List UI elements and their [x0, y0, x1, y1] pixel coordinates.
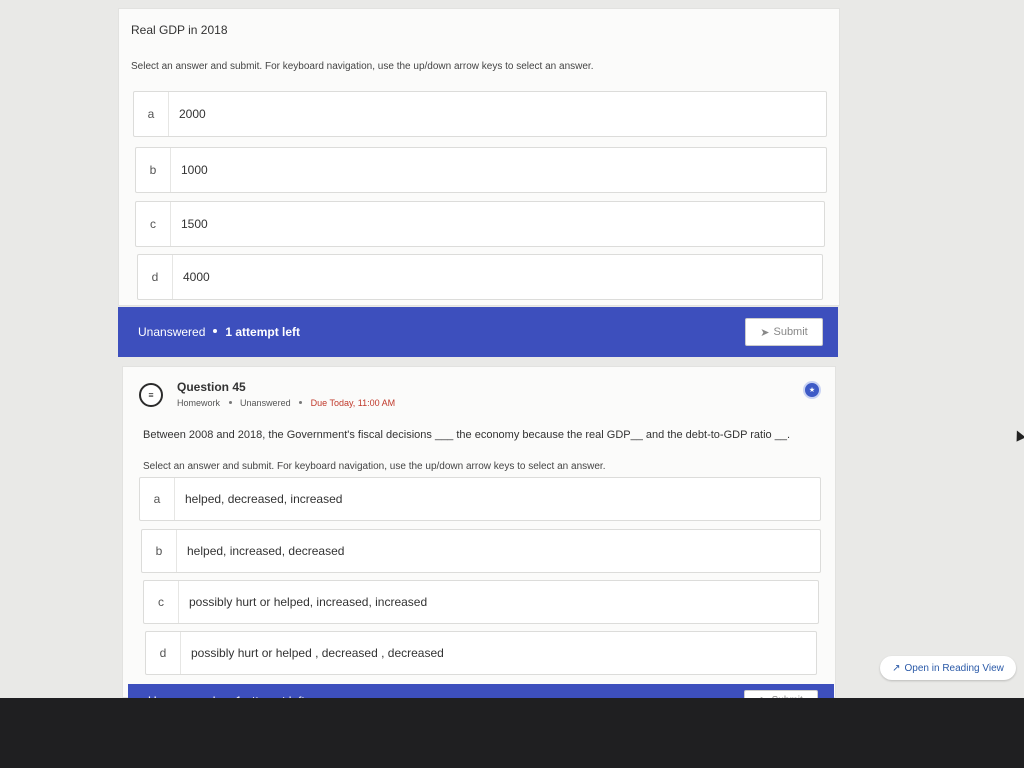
bookmark-icon[interactable]: ★: [803, 381, 821, 399]
answer-option-d[interactable]: d possibly hurt or helped , decreased , …: [145, 631, 817, 675]
option-text: possibly hurt or helped , decreased , de…: [191, 646, 444, 660]
answer-instructions: Select an answer and submit. For keyboar…: [131, 61, 594, 72]
submit-button[interactable]: ➤ Submit: [745, 318, 823, 346]
answer-status: Unanswered: [138, 325, 206, 339]
mouse-cursor-icon: [1012, 428, 1024, 442]
question-card-45: ≡ Question 45 Homework Unanswered Due To…: [122, 366, 836, 698]
option-letter: b: [142, 530, 177, 572]
submission-bar: Unanswered 1 attempt left: [118, 307, 838, 357]
open-reading-view-button[interactable]: ↗ Open in Reading View: [880, 656, 1016, 680]
answer-option-c[interactable]: c 1500: [135, 201, 825, 247]
option-text: 2000: [179, 107, 206, 121]
option-letter: a: [134, 92, 169, 136]
answer-option-a[interactable]: a helped, decreased, increased: [139, 477, 821, 521]
meta-status: Unanswered: [240, 398, 291, 408]
expand-icon: ↗: [892, 662, 901, 674]
option-text: possibly hurt or helped, increased, incr…: [189, 595, 428, 609]
send-icon: ➤: [760, 326, 770, 339]
question-meta: Homework Unanswered Due Today, 11:00 AM: [177, 398, 395, 408]
submit-label: Submit: [773, 326, 808, 338]
attempts-left: 1 attempt left: [225, 325, 301, 339]
option-letter: c: [136, 202, 171, 246]
option-text: 1500: [181, 217, 208, 231]
answer-option-c[interactable]: c possibly hurt or helped, increased, in…: [143, 580, 819, 624]
answer-option-b[interactable]: b 1000: [135, 147, 827, 193]
question-number: Question 45: [177, 380, 246, 394]
question-text: Between 2008 and 2018, the Government's …: [143, 429, 791, 441]
answer-option-b[interactable]: b helped, increased, decreased: [141, 529, 821, 573]
option-letter: d: [138, 255, 173, 299]
answer-instructions: Select an answer and submit. For keyboar…: [143, 461, 606, 472]
option-letter: d: [146, 632, 181, 674]
separator-dot: [213, 329, 218, 333]
option-text: 1000: [181, 163, 208, 177]
option-letter: a: [140, 478, 175, 520]
option-text: helped, increased, decreased: [187, 544, 345, 558]
separator-dot: [299, 401, 303, 405]
page: Real GDP in 2018 Select an answer and su…: [0, 0, 1024, 710]
question-list-icon: ≡: [139, 383, 163, 407]
monitor-bezel: [0, 698, 1024, 768]
question-title: Real GDP in 2018: [131, 23, 228, 37]
meta-type: Homework: [177, 398, 221, 408]
option-letter: b: [136, 148, 171, 192]
option-letter: c: [144, 581, 179, 623]
answer-option-a[interactable]: a 2000: [133, 91, 827, 137]
due-date: Due Today, 11:00 AM: [310, 398, 396, 408]
option-text: 4000: [183, 270, 210, 284]
option-text: helped, decreased, increased: [185, 492, 343, 506]
question-card-44: Real GDP in 2018 Select an answer and su…: [118, 8, 840, 306]
separator-dot: [228, 401, 232, 405]
answer-option-d[interactable]: d 4000: [137, 254, 823, 300]
reading-view-label: Open in Reading View: [904, 662, 1004, 674]
